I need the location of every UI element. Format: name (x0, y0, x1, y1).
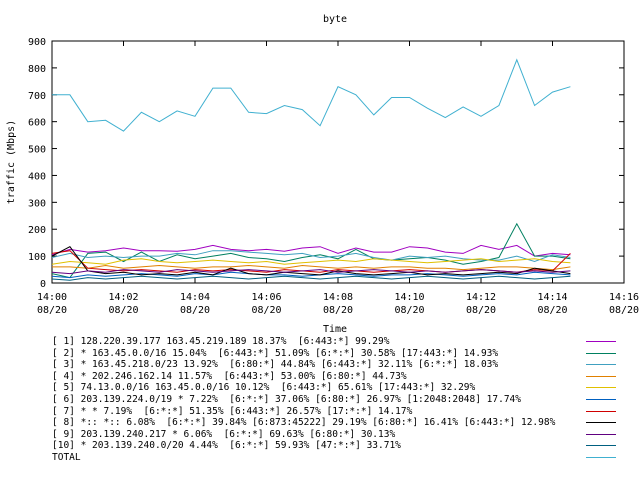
plot-area (51, 40, 625, 284)
x-tick-label: 14:16 (609, 292, 639, 303)
x-tick-label: 14:04 (180, 292, 210, 303)
series-line-10 (51, 275, 571, 281)
x-tick-date: 08/20 (609, 305, 639, 316)
y-tick-label: 800 (28, 64, 46, 75)
y-tick-label: 600 (28, 118, 46, 129)
y-tick-label: 700 (28, 91, 46, 102)
y-tick-label: 500 (28, 145, 46, 156)
x-tick-label: 14:06 (251, 292, 281, 303)
x-tick-date: 08/20 (180, 305, 210, 316)
x-axis-label: Time (323, 324, 347, 335)
y-tick-label: 200 (28, 225, 46, 236)
series-line-2 (51, 222, 571, 279)
x-tick-label: 14:14 (537, 292, 567, 303)
x-tick-date: 08/20 (394, 305, 424, 316)
y-tick-label: 400 (28, 171, 46, 182)
x-tick-date: 08/20 (466, 305, 496, 316)
y-tick-label: 0 (40, 279, 46, 290)
x-tick-label: 14:12 (466, 292, 496, 303)
y-tick-label: 300 (28, 198, 46, 209)
y-axis-label: traffic (Mbps) (6, 120, 17, 204)
x-tick-label: 14:08 (323, 292, 353, 303)
series-line-1 (51, 244, 571, 257)
x-tick-label: 14:02 (108, 292, 138, 303)
x-tick-label: 14:00 (37, 292, 67, 303)
series-line-11 (52, 58, 571, 132)
series-line-7 (51, 250, 571, 273)
x-tick-date: 08/20 (37, 305, 67, 316)
chart-title: byte (323, 14, 347, 25)
y-tick-label: 100 (28, 252, 46, 263)
x-tick-label: 14:10 (394, 292, 424, 303)
chart-svg: byte 0 100 200 300 400 500 600 700 800 900 14:00 0… (6, 14, 639, 335)
series-line-4 (52, 264, 571, 271)
y-tick-label: 900 (28, 37, 46, 48)
x-tick-date: 08/20 (251, 305, 281, 316)
x-tick-date: 08/20 (537, 305, 567, 316)
x-tick-date: 08/20 (323, 305, 353, 316)
x-tick-date: 08/20 (108, 305, 138, 316)
